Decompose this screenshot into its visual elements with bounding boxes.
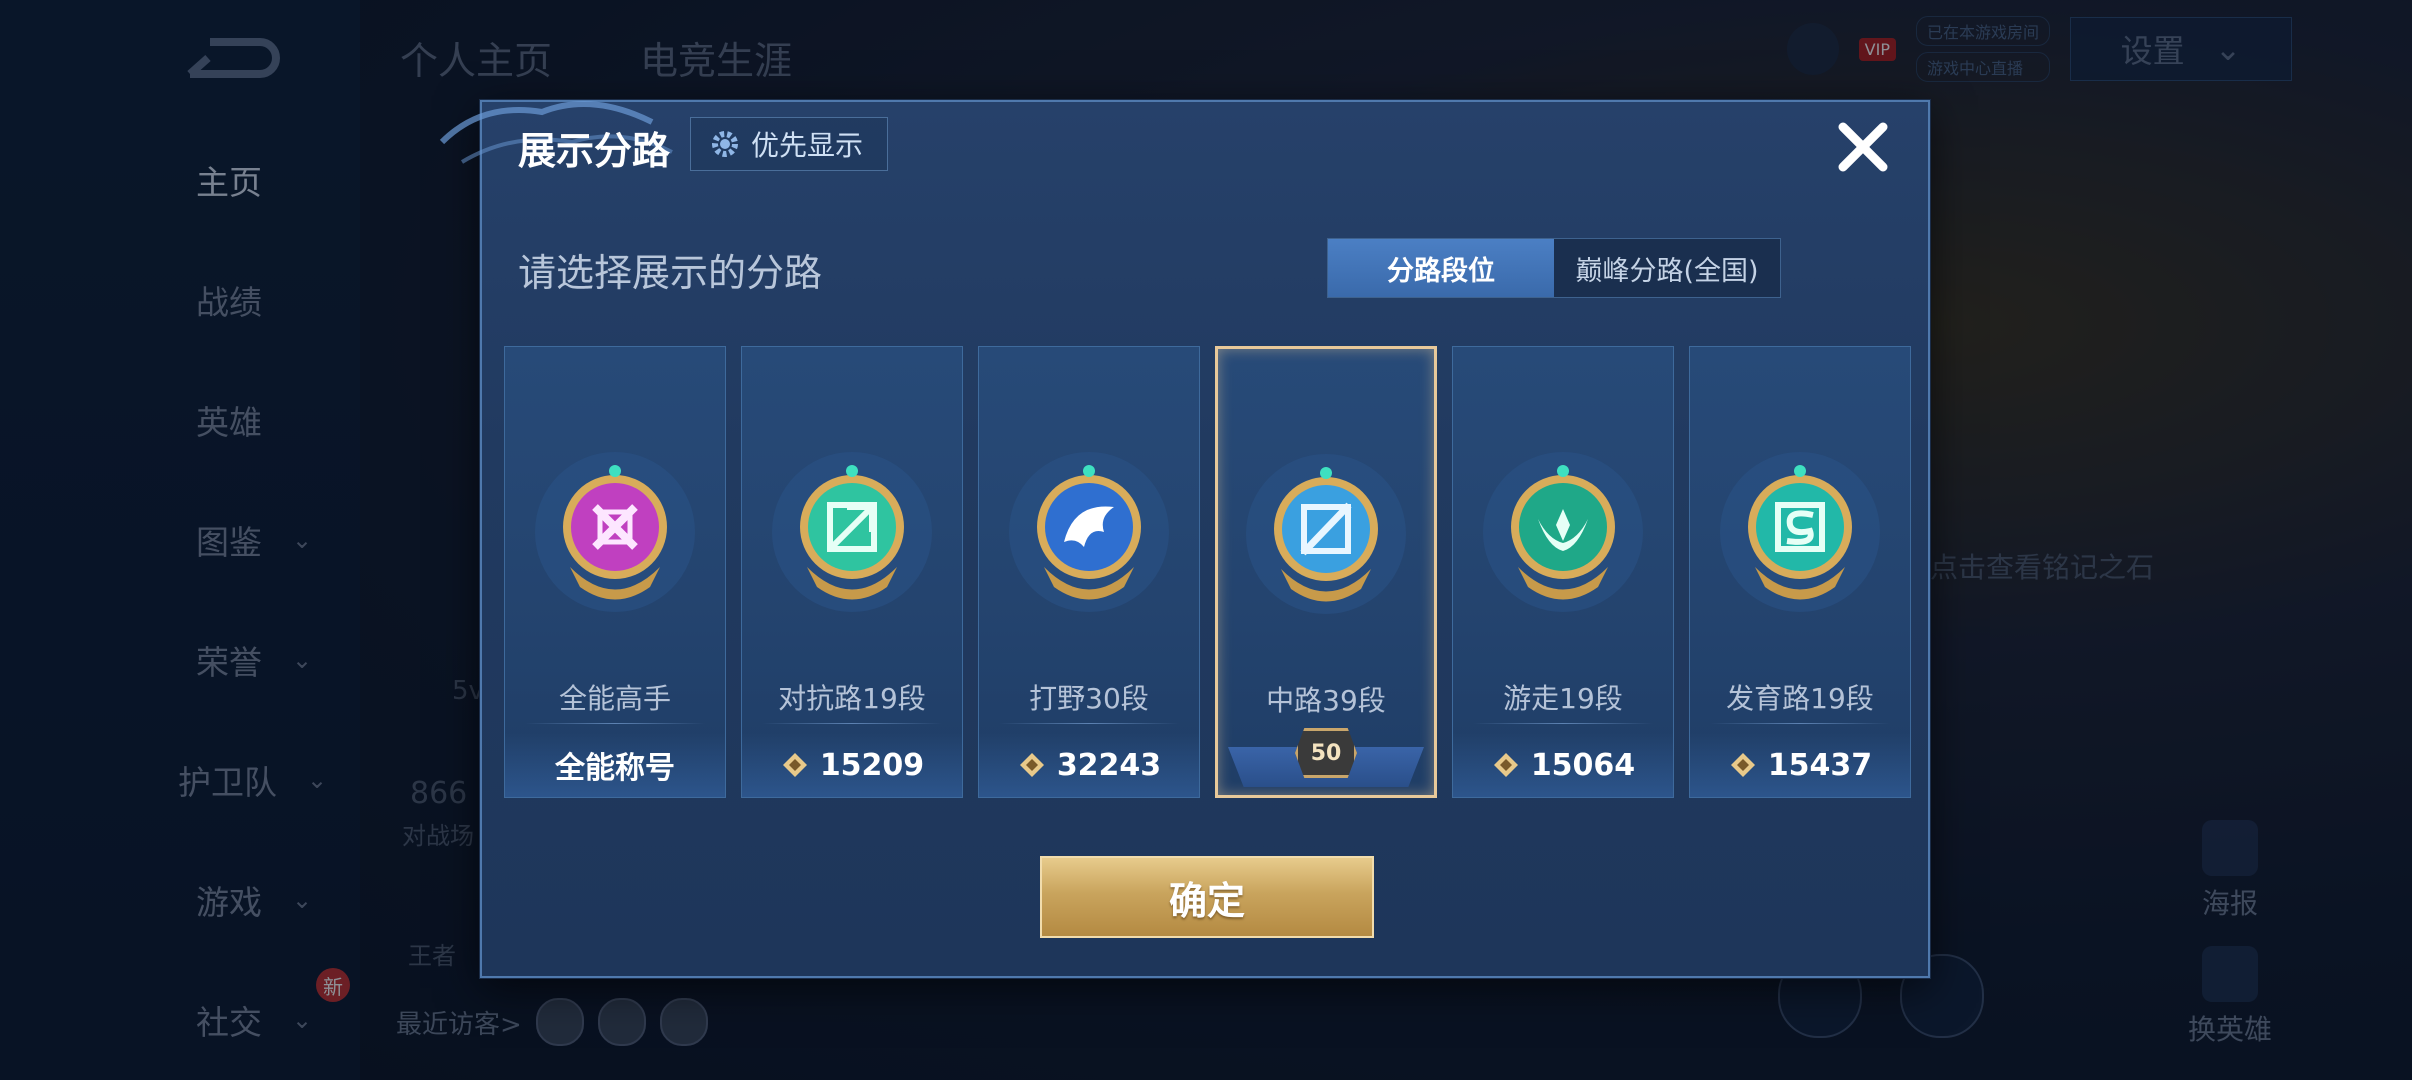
- card-footer: 15437: [1690, 733, 1910, 797]
- divider: [525, 723, 705, 724]
- points-icon: [1019, 753, 1044, 777]
- points-value: 15209: [819, 747, 925, 783]
- tab-peak-lane[interactable]: 巅峰分路(全国): [1554, 239, 1780, 297]
- lane-name: 游走19段: [1503, 682, 1623, 715]
- confirm-button[interactable]: 确定: [1040, 856, 1374, 938]
- priority-display-button[interactable]: 优先显示: [690, 117, 889, 171]
- rank-number: 50: [1295, 728, 1357, 778]
- title-label: 全能称号: [555, 751, 675, 786]
- lane-card-jungle[interactable]: 打野30段 32243: [978, 346, 1200, 798]
- divider: [1710, 723, 1890, 724]
- lane-card-list: 全能高手 全能称号 对抗路19段 15209 打野30段 32243 中路39段…: [504, 346, 1911, 798]
- clash-lane-emblem-icon: [772, 452, 932, 612]
- lane-mode-toggle: 分路段位 巅峰分路(全国): [1327, 238, 1781, 298]
- lane-card-roam[interactable]: 游走19段 15064: [1452, 346, 1674, 798]
- lane-card-clash[interactable]: 对抗路19段 15209: [741, 346, 963, 798]
- points-icon: [782, 753, 807, 777]
- dialog-title: 展示分路: [518, 129, 671, 173]
- points-value: 32243: [1056, 747, 1162, 783]
- lane-card-all-round[interactable]: 全能高手 全能称号: [504, 346, 726, 798]
- gear-icon: [712, 131, 738, 157]
- lane-display-dialog: 展示分路 优先显示 请选择展示的分路 分路段位 巅峰分路(全国) 全能高手 全能…: [439, 100, 1930, 978]
- points-value: 15437: [1767, 747, 1873, 783]
- card-footer: 15064: [1453, 733, 1673, 797]
- card-footer: 15209: [742, 733, 962, 797]
- roam-emblem-icon: [1483, 452, 1643, 612]
- card-footer: 32243: [979, 733, 1199, 797]
- priority-label: 优先显示: [751, 129, 864, 162]
- divider: [999, 723, 1179, 724]
- select-lane-prompt: 请选择展示的分路: [518, 251, 823, 295]
- lane-name: 全能高手: [558, 682, 671, 715]
- divider: [762, 723, 942, 724]
- lane-name: 发育路19段: [1726, 682, 1874, 715]
- close-button[interactable]: [1828, 112, 1898, 182]
- points-value: 15064: [1530, 747, 1636, 783]
- farm-lane-emblem-icon: [1720, 452, 1880, 612]
- close-icon: [1838, 122, 1888, 172]
- card-footer: 全能称号: [505, 733, 725, 797]
- lane-name: 中路39段: [1266, 684, 1386, 717]
- all-round-emblem-icon: [535, 452, 695, 612]
- points-icon: [1493, 753, 1518, 777]
- lane-card-mid[interactable]: 中路39段 50: [1215, 346, 1437, 798]
- lane-name: 对抗路19段: [778, 682, 926, 715]
- jungle-emblem-icon: [1009, 452, 1169, 612]
- points-icon: [1730, 753, 1755, 777]
- lane-name: 打野30段: [1029, 682, 1149, 715]
- tab-lane-rank[interactable]: 分路段位: [1328, 239, 1554, 297]
- lane-card-farm[interactable]: 发育路19段 15437: [1689, 346, 1911, 798]
- divider: [1473, 723, 1653, 724]
- mid-lane-emblem-icon: [1246, 454, 1406, 614]
- rank-plaque: 50: [1218, 725, 1434, 795]
